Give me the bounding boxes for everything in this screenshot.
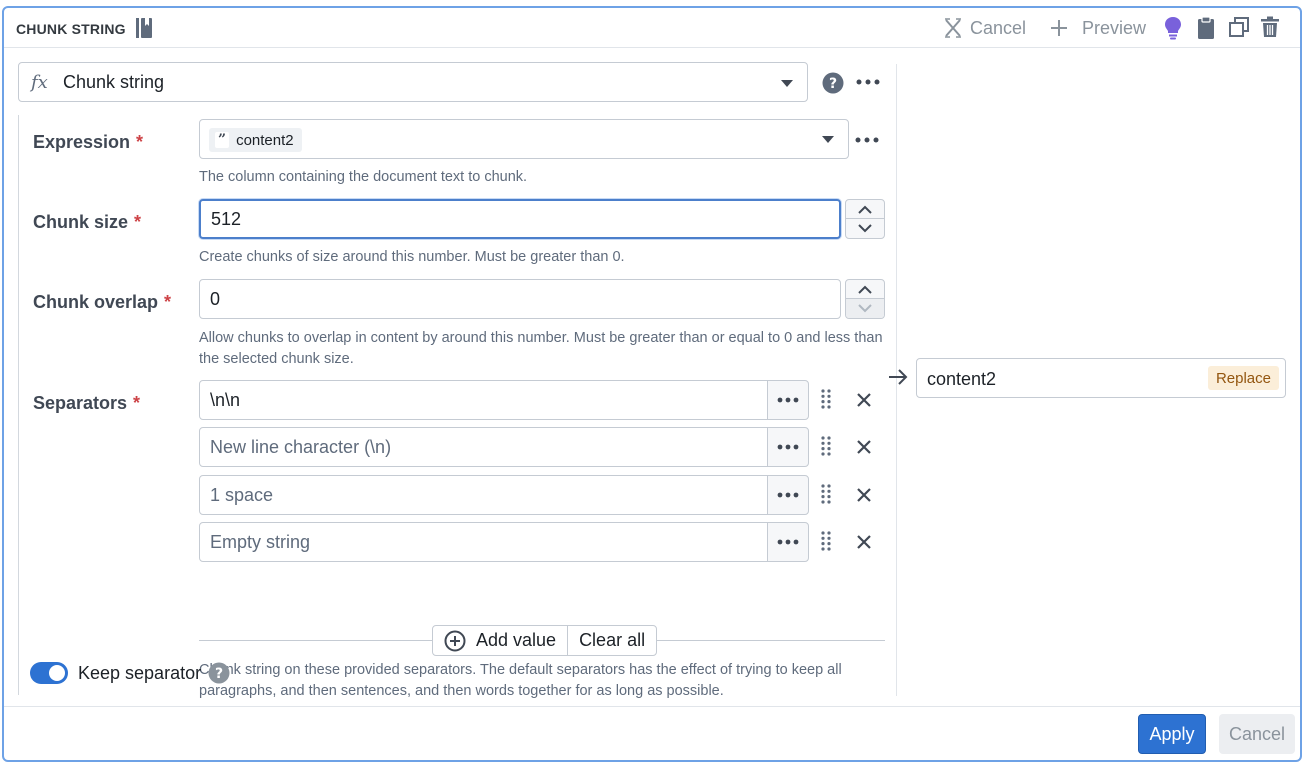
chevron-up-icon bbox=[858, 285, 872, 294]
svg-text:?: ? bbox=[829, 76, 837, 92]
function-name: Chunk string bbox=[63, 71, 165, 92]
decrement-button[interactable] bbox=[846, 299, 884, 318]
remove-separator-icon[interactable] bbox=[857, 393, 871, 407]
fx-icon: fx bbox=[31, 71, 48, 93]
duplicate-icon[interactable] bbox=[1228, 16, 1250, 38]
chunk-overlap-stepper[interactable] bbox=[845, 279, 885, 319]
expression-hint: The column containing the document text … bbox=[199, 169, 528, 185]
separator-row: 1 space bbox=[199, 475, 809, 515]
chunk-size-label: Chunk size * bbox=[33, 212, 142, 232]
expression-more-icon[interactable] bbox=[855, 136, 879, 144]
chunk-overlap-label: Chunk overlap * bbox=[33, 292, 172, 312]
chevron-down-icon bbox=[858, 224, 872, 233]
clear-all-label: Clear all bbox=[579, 630, 646, 650]
apply-button[interactable]: Apply bbox=[1138, 714, 1206, 754]
header-preview-label: Preview bbox=[1082, 17, 1147, 38]
separator-more-button[interactable] bbox=[767, 380, 809, 420]
chunk-size-value: 512 bbox=[211, 208, 242, 229]
chevron-up-icon bbox=[858, 205, 872, 214]
separators-label: Separators * bbox=[33, 393, 141, 413]
separator-more-button[interactable] bbox=[767, 427, 809, 467]
chunk-size-stepper[interactable] bbox=[845, 199, 885, 239]
output-column-value: content2 bbox=[927, 369, 997, 389]
drag-handle-icon[interactable] bbox=[821, 484, 831, 504]
drag-handle-icon[interactable] bbox=[821, 531, 831, 551]
expression-select[interactable]: ” content2 bbox=[199, 119, 849, 159]
header-preview-button[interactable]: Preview bbox=[1050, 15, 1146, 41]
more-icon bbox=[777, 492, 799, 498]
header-cancel-label: Cancel bbox=[970, 17, 1027, 38]
help-icon[interactable]: ? bbox=[208, 662, 230, 684]
expression-value: content2 bbox=[236, 131, 294, 149]
footer-divider bbox=[4, 706, 1300, 707]
keep-separator-label: Keep separator bbox=[78, 663, 202, 683]
chunk-size-hint: Create chunks of size around this number… bbox=[199, 249, 625, 265]
separator-input[interactable]: 1 space bbox=[199, 475, 769, 515]
board-title: CHUNK STRING bbox=[16, 21, 126, 37]
board-header: CHUNK STRING Cancel Preview bbox=[4, 8, 1300, 48]
lightbulb-icon[interactable] bbox=[1164, 16, 1182, 40]
add-value-label: Add value bbox=[476, 630, 557, 650]
more-icon bbox=[777, 397, 799, 403]
string-type-icon: ” bbox=[215, 132, 230, 148]
function-more-icon[interactable] bbox=[856, 78, 880, 86]
separator-input[interactable]: New line character (\n) bbox=[199, 427, 769, 467]
function-config-panel: fx Chunk string ? Expression * ” content2 bbox=[16, 60, 896, 700]
chevron-down-icon bbox=[858, 304, 872, 313]
separator-input[interactable]: Empty string bbox=[199, 522, 769, 562]
chunk-overlap-input[interactable]: 0 bbox=[199, 279, 841, 319]
separator-more-button[interactable] bbox=[767, 475, 809, 515]
parameters-section: Expression * ” content2 The column contai… bbox=[18, 115, 896, 699]
drag-handle-icon[interactable] bbox=[821, 389, 831, 409]
remove-separator-icon[interactable] bbox=[857, 440, 871, 454]
chevron-down-icon bbox=[781, 80, 793, 87]
separator-input[interactable]: \n\n bbox=[199, 380, 769, 420]
trash-icon[interactable] bbox=[1260, 16, 1280, 38]
clear-all-button[interactable]: Clear all bbox=[567, 626, 656, 655]
function-select[interactable]: fx Chunk string bbox=[18, 62, 808, 102]
more-icon bbox=[777, 444, 799, 450]
separator-row: New line character (\n) bbox=[199, 427, 809, 467]
toggle-knob bbox=[49, 665, 65, 681]
separators-hint: Chunk string on these provided separator… bbox=[199, 662, 842, 699]
add-circle-icon bbox=[444, 630, 466, 651]
expression-label: Expression * bbox=[33, 132, 144, 152]
chunk-size-input[interactable]: 512 bbox=[199, 199, 841, 239]
header-cancel-button[interactable]: Cancel bbox=[944, 15, 1026, 41]
chunk-string-board: CHUNK STRING Cancel Preview fx Chunk str… bbox=[2, 6, 1302, 762]
svg-text:?: ? bbox=[215, 666, 223, 682]
separator-more-button[interactable] bbox=[767, 522, 809, 562]
keep-separator-toggle[interactable] bbox=[30, 662, 68, 684]
increment-button[interactable] bbox=[846, 200, 884, 219]
chunk-overlap-hint: Allow chunks to overlap in content by ar… bbox=[199, 330, 883, 367]
clipboard-icon[interactable] bbox=[1197, 16, 1215, 40]
add-value-button[interactable]: Add value bbox=[433, 626, 567, 655]
decrement-button[interactable] bbox=[846, 219, 884, 238]
increment-button[interactable] bbox=[846, 280, 884, 299]
separator-actions: Add value Clear all bbox=[432, 625, 658, 656]
remove-separator-icon[interactable] bbox=[857, 535, 871, 549]
replace-tag: Replace bbox=[1207, 366, 1279, 390]
column-tag: ” content2 bbox=[209, 128, 302, 152]
arrow-right-icon bbox=[889, 369, 908, 385]
plus-icon bbox=[1051, 20, 1067, 36]
separator-row: Empty string bbox=[199, 522, 809, 562]
chunk-overlap-value: 0 bbox=[210, 288, 221, 309]
footer-cancel-button[interactable]: Cancel bbox=[1219, 714, 1295, 754]
help-icon[interactable]: ? bbox=[822, 72, 844, 94]
remove-separator-icon[interactable] bbox=[857, 488, 871, 502]
cancel-x-icon bbox=[945, 18, 961, 38]
more-icon bbox=[777, 539, 799, 545]
docs-book-icon[interactable] bbox=[134, 17, 154, 39]
separator-row: \n\n bbox=[199, 380, 809, 420]
chevron-down-icon bbox=[822, 136, 834, 143]
output-column-input[interactable]: content2 Replace bbox=[916, 358, 1286, 398]
drag-handle-icon[interactable] bbox=[821, 436, 831, 456]
